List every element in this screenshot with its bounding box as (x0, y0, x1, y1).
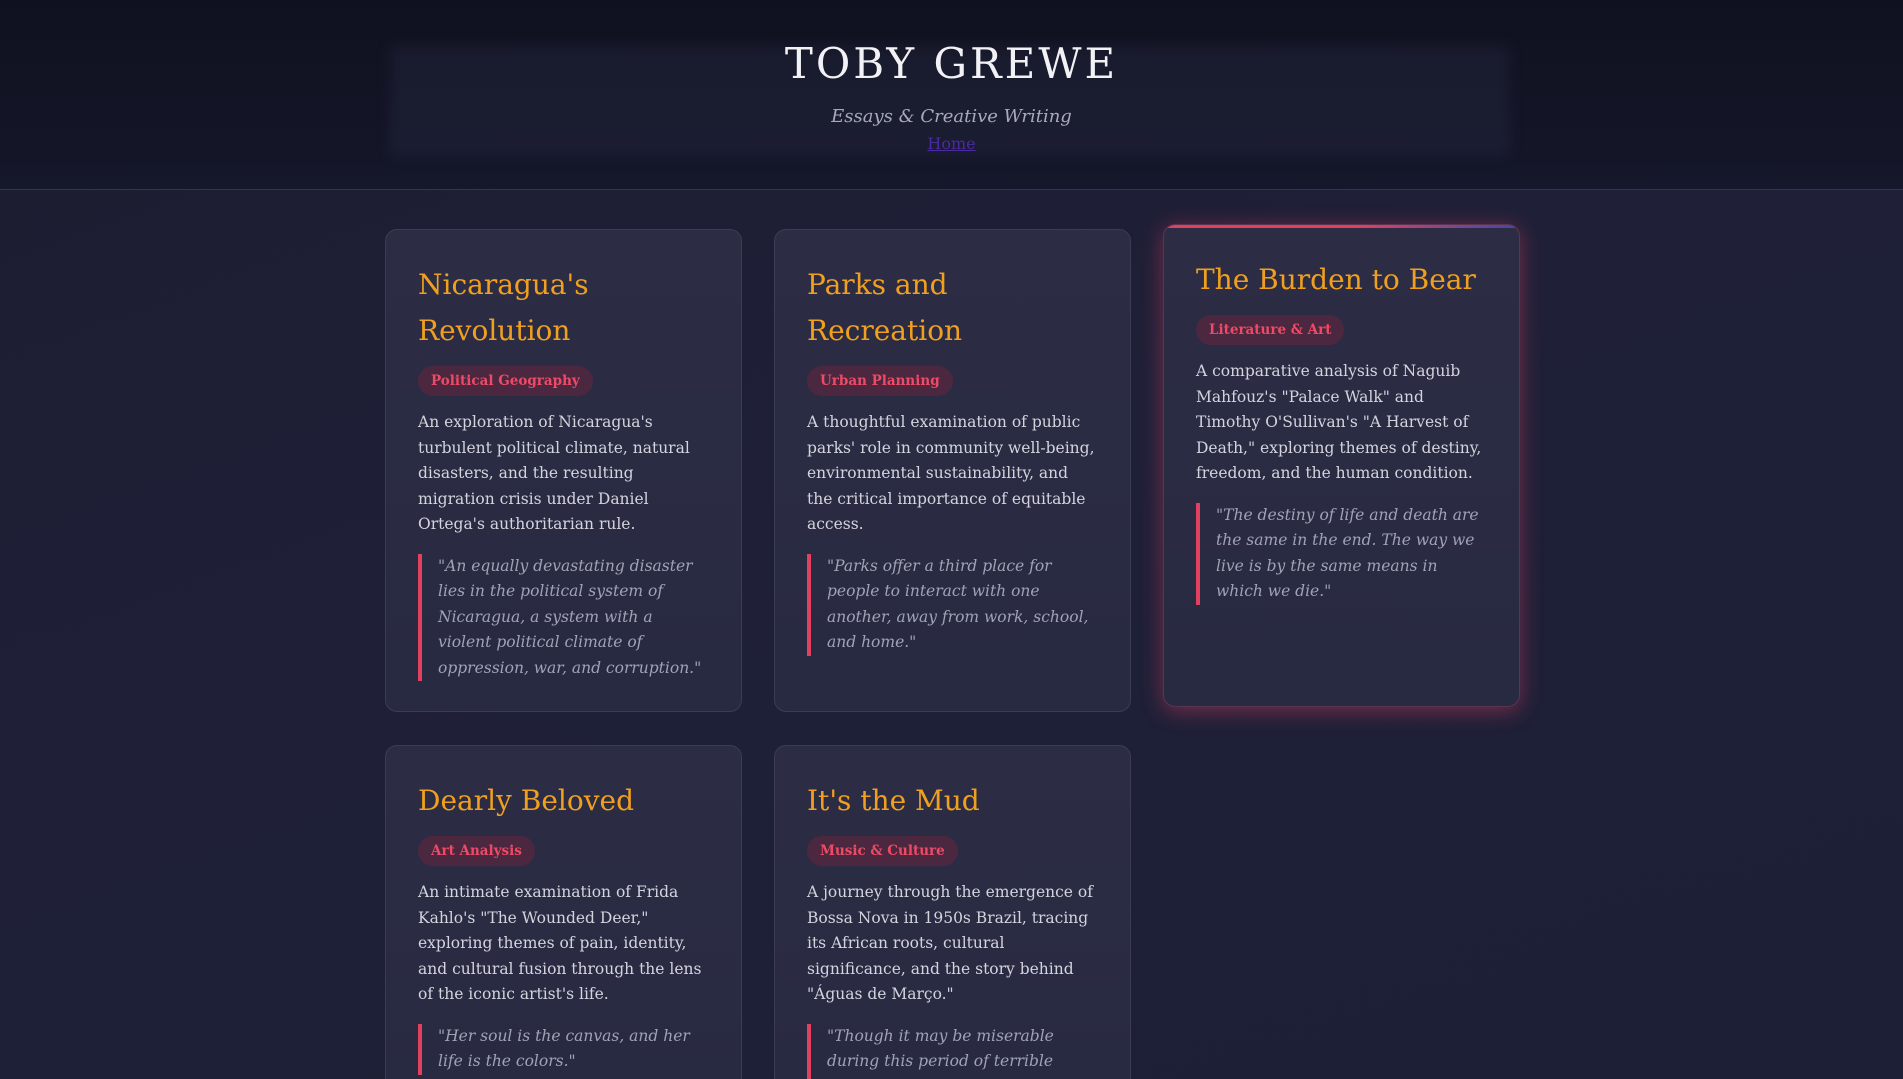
essay-card-its-the-mud[interactable]: It's the Mud Music & Culture A journey t… (774, 745, 1131, 1079)
essay-quote: "Parks offer a third place for people to… (807, 553, 1098, 656)
essay-title[interactable]: Parks and Recreation (807, 262, 1098, 354)
category-tag: Literature & Art (1196, 315, 1345, 345)
essay-card-nicaraguas-revolution[interactable]: Nicaragua's Revolution Political Geograp… (385, 229, 742, 712)
essay-quote: "Though it may be miserable during this … (807, 1023, 1098, 1079)
essay-quote: "Her soul is the canvas, and her life is… (418, 1023, 709, 1075)
site-header: TOBY GREWE Essays & Creative Writing Hom… (0, 0, 1903, 190)
essay-description: An intimate examination of Frida Kahlo's… (418, 883, 702, 1003)
essay-description: A comparative analysis of Naguib Mahfouz… (1196, 362, 1482, 482)
essay-quote: "The destiny of life and death are the s… (1196, 502, 1487, 605)
category-tag: Music & Culture (807, 836, 958, 866)
category-tag: Urban Planning (807, 366, 953, 396)
site-subtitle: Essays & Creative Writing (831, 106, 1072, 127)
essay-title[interactable]: Dearly Beloved (418, 778, 709, 824)
main-nav: Home (0, 132, 1903, 156)
essay-quote: "An equally devastating disaster lies in… (418, 553, 709, 681)
essay-title[interactable]: Nicaragua's Revolution (418, 262, 709, 354)
nav-link-home[interactable]: Home (927, 134, 975, 153)
essay-title[interactable]: It's the Mud (807, 778, 1098, 824)
essay-card-dearly-beloved[interactable]: Dearly Beloved Art Analysis An intimate … (385, 745, 742, 1079)
category-tag: Political Geography (418, 366, 593, 396)
essay-card-the-burden-to-bear[interactable]: The Burden to Bear Literature & Art A co… (1163, 224, 1520, 707)
essay-description: An exploration of Nicaragua's turbulent … (418, 413, 690, 533)
essay-description: A thoughtful examination of public parks… (807, 413, 1095, 533)
essay-card-parks-and-recreation[interactable]: Parks and Recreation Urban Planning A th… (774, 229, 1131, 712)
category-tag: Art Analysis (418, 836, 535, 866)
essay-description: A journey through the emergence of Bossa… (807, 883, 1093, 1003)
essay-title[interactable]: The Burden to Bear (1196, 257, 1487, 303)
site-title: TOBY GREWE (784, 39, 1119, 88)
